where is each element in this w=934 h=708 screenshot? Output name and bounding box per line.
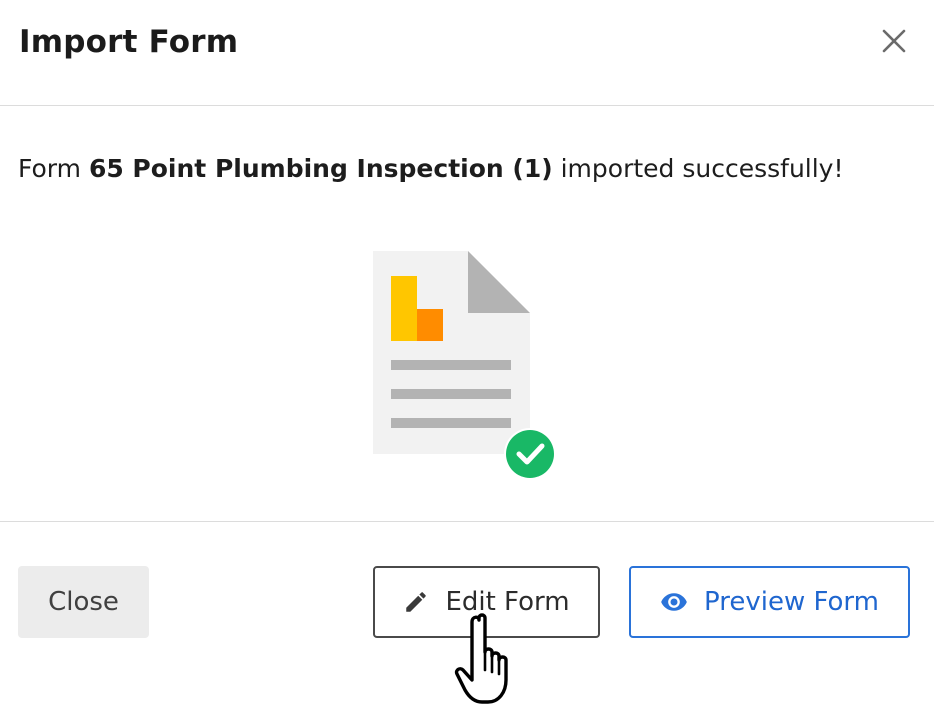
document-chart-success-icon [372, 250, 558, 486]
form-name: 65 Point Plumbing Inspection (1) [88, 154, 553, 183]
close-button-label: Close [48, 587, 119, 617]
dialog-title: Import Form [19, 24, 239, 60]
preview-form-button[interactable]: Preview Form [629, 566, 910, 638]
import-form-dialog: Import Form Form 65 Point Plumbing Inspe… [0, 0, 934, 708]
edit-form-button[interactable]: Edit Form [373, 566, 600, 638]
success-message: Form 65 Point Plumbing Inspection (1) im… [18, 154, 844, 183]
close-x-icon[interactable] [878, 25, 910, 57]
dialog-footer: Close Edit Form Preview Form [0, 522, 934, 708]
edit-form-label: Edit Form [445, 587, 570, 617]
preview-form-label: Preview Form [704, 587, 879, 617]
pencil-icon [403, 589, 429, 615]
dialog-body: Form 65 Point Plumbing Inspection (1) im… [0, 106, 934, 522]
message-suffix: imported successfully! [560, 154, 844, 183]
close-button[interactable]: Close [18, 566, 149, 638]
message-prefix: Form [18, 154, 81, 183]
eye-icon [660, 588, 688, 616]
dialog-header: Import Form [0, 0, 934, 106]
